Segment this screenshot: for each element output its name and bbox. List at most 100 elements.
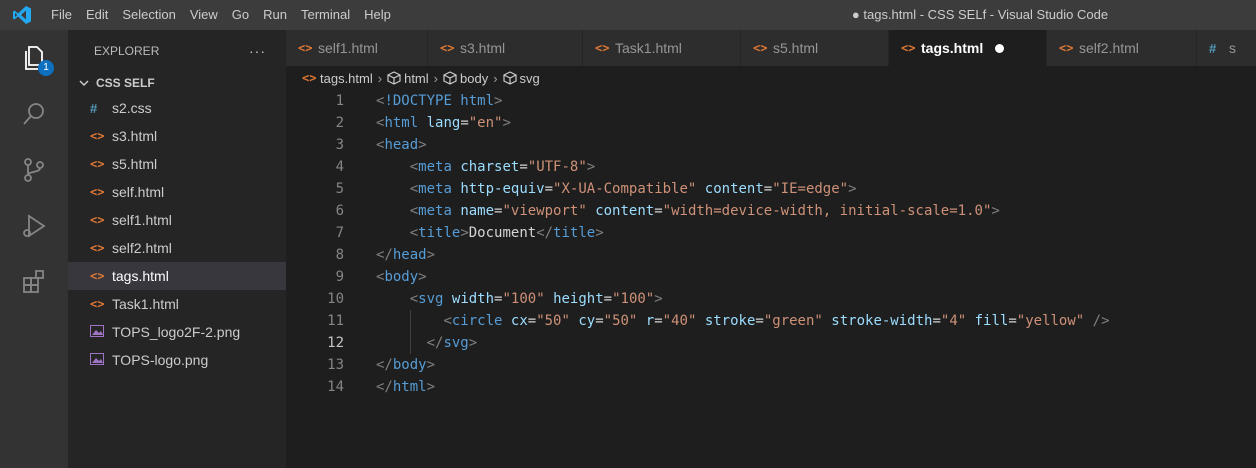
code-editor[interactable]: 1 <!DOCTYPE html> 2 <html lang="en"> 3 <head>… bbox=[286, 90, 1256, 468]
code-text: <title>Document</title> bbox=[409, 225, 604, 241]
code-line[interactable]: 8 </head> bbox=[286, 244, 1256, 266]
tab-self1-html[interactable]: <> self1.html bbox=[286, 30, 428, 66]
file-self1-html[interactable]: <> self1.html bbox=[68, 206, 286, 234]
file-tags-html[interactable]: <> tags.html bbox=[68, 262, 286, 290]
image-file-icon bbox=[90, 324, 112, 340]
file-self2-html[interactable]: <> self2.html bbox=[68, 234, 286, 262]
code-text: <meta charset="UTF-8"> bbox=[409, 159, 596, 175]
tab-s-css[interactable]: # s bbox=[1197, 30, 1256, 66]
explorer-icon[interactable]: 1 bbox=[0, 30, 68, 86]
tab-self2-html[interactable]: <> self2.html bbox=[1047, 30, 1197, 66]
breadcrumb: <> tags.html › html › body › svg bbox=[286, 66, 1256, 90]
file-tops-logo2f-png[interactable]: TOPS_logo2F-2.png bbox=[68, 318, 286, 346]
menu-edit[interactable]: Edit bbox=[79, 0, 115, 30]
menu-go[interactable]: Go bbox=[225, 0, 256, 30]
tab-label: s5.html bbox=[773, 40, 819, 56]
menu-selection[interactable]: Selection bbox=[115, 0, 182, 30]
line-number: 9 bbox=[335, 269, 344, 285]
html-file-icon: <> bbox=[90, 269, 105, 283]
code-text: <html lang="en"> bbox=[376, 115, 511, 131]
file-label: self.html bbox=[112, 184, 165, 200]
more-actions-icon[interactable]: ··· bbox=[249, 43, 266, 59]
file-label: tags.html bbox=[112, 268, 169, 284]
tab-s3-html[interactable]: <> s3.html bbox=[428, 30, 583, 66]
html-file-icon: <> bbox=[90, 185, 105, 199]
source-control-icon[interactable] bbox=[0, 142, 68, 198]
code-line[interactable]: 14 </html> bbox=[286, 376, 1256, 398]
tab-s5-html[interactable]: <> s5.html bbox=[741, 30, 889, 66]
line-number: 5 bbox=[335, 181, 344, 197]
extensions-icon[interactable] bbox=[0, 254, 68, 310]
line-number: 7 bbox=[335, 225, 344, 241]
editor-tabs: <> self1.html <> s3.html <> Task1.html <… bbox=[286, 30, 1256, 66]
html-file-icon: <> bbox=[90, 129, 105, 143]
unsaved-dot-icon[interactable] bbox=[995, 43, 1005, 53]
code-line[interactable]: 2 <html lang="en"> bbox=[286, 112, 1256, 134]
code-line[interactable]: 11 <circle cx="50" cy="50" r="40" stroke… bbox=[286, 310, 1256, 332]
menu-file[interactable]: File bbox=[44, 0, 79, 30]
line-number: 14 bbox=[327, 379, 344, 395]
file-label: s2.css bbox=[112, 100, 152, 116]
html-file-icon: <> bbox=[1059, 41, 1074, 55]
html-file-icon: <> bbox=[90, 157, 105, 171]
tab-label: s bbox=[1229, 40, 1236, 56]
file-label: self1.html bbox=[112, 212, 172, 228]
code-line[interactable]: 5 <meta http-equiv="X-UA-Compatible" con… bbox=[286, 178, 1256, 200]
menu-terminal[interactable]: Terminal bbox=[294, 0, 357, 30]
line-number: 3 bbox=[335, 137, 344, 153]
line-number: 6 bbox=[335, 203, 344, 219]
code-line[interactable]: 13 </body> bbox=[286, 354, 1256, 376]
code-text: </head> bbox=[376, 247, 436, 263]
code-text: </body> bbox=[376, 357, 436, 373]
code-text: </svg> bbox=[426, 335, 478, 351]
menu-run[interactable]: Run bbox=[256, 0, 294, 30]
tab-label: self2.html bbox=[1079, 40, 1139, 56]
code-line[interactable]: 7 <title>Document</title> bbox=[286, 222, 1256, 244]
line-number: 1 bbox=[335, 93, 344, 109]
line-number: 2 bbox=[335, 115, 344, 131]
file-task1-html[interactable]: <> Task1.html bbox=[68, 290, 286, 318]
tab-label: tags.html bbox=[921, 40, 984, 56]
breadcrumb-body[interactable]: body bbox=[443, 71, 488, 86]
breadcrumb-html[interactable]: html bbox=[387, 71, 429, 86]
breadcrumb-svg-label: svg bbox=[519, 70, 540, 86]
breadcrumb-file[interactable]: <> tags.html bbox=[302, 71, 373, 86]
folder-css-self[interactable]: CSS SELF bbox=[68, 72, 286, 94]
run-debug-icon[interactable] bbox=[0, 198, 68, 254]
menu-help[interactable]: Help bbox=[357, 0, 398, 30]
code-line[interactable]: 9 <body> bbox=[286, 266, 1256, 288]
search-icon[interactable] bbox=[0, 86, 68, 142]
code-line[interactable]: 10 <svg width="100" height="100"> bbox=[286, 288, 1256, 310]
breadcrumb-svg[interactable]: svg bbox=[502, 70, 540, 86]
line-number: 4 bbox=[335, 159, 344, 175]
code-text: <circle cx="50" cy="50" r="40" stroke="g… bbox=[443, 313, 1110, 329]
code-line[interactable]: 6 <meta name="viewport" content="width=d… bbox=[286, 200, 1256, 222]
line-number: 8 bbox=[335, 247, 344, 263]
code-line[interactable]: 3 <head> bbox=[286, 134, 1256, 156]
breadcrumb-body-label: body bbox=[460, 70, 489, 86]
file-s2-css[interactable]: # s2.css bbox=[68, 94, 286, 122]
file-label: TOPS-logo.png bbox=[112, 352, 209, 368]
file-label: Task1.html bbox=[112, 296, 179, 312]
file-s5-html[interactable]: <> s5.html bbox=[68, 150, 286, 178]
explorer-title: EXPLORER bbox=[94, 44, 160, 58]
menu-view[interactable]: View bbox=[183, 0, 225, 30]
css-file-icon: # bbox=[1209, 40, 1217, 56]
tab-tags-html[interactable]: <> tags.html bbox=[889, 30, 1047, 66]
chevron-down-icon bbox=[79, 80, 89, 87]
line-number: 11 bbox=[327, 313, 344, 329]
chevron-right-icon: › bbox=[493, 70, 498, 86]
css-file-icon: # bbox=[90, 100, 98, 116]
breadcrumb-html-label: html bbox=[404, 70, 429, 86]
file-s3-html[interactable]: <> s3.html bbox=[68, 122, 286, 150]
code-text: <svg width="100" height="100"> bbox=[409, 291, 663, 307]
file-label: self2.html bbox=[112, 240, 172, 256]
tab-task1-html[interactable]: <> Task1.html bbox=[583, 30, 741, 66]
code-line[interactable]: 4 <meta charset="UTF-8"> bbox=[286, 156, 1256, 178]
file-self-html[interactable]: <> self.html bbox=[68, 178, 286, 206]
explorer-badge: 1 bbox=[38, 60, 54, 76]
code-line[interactable]: 12 </svg> bbox=[286, 332, 1256, 354]
tab-label: self1.html bbox=[318, 40, 378, 56]
code-line[interactable]: 1 <!DOCTYPE html> bbox=[286, 90, 1256, 112]
file-tops-logo-png[interactable]: TOPS-logo.png bbox=[68, 346, 286, 374]
